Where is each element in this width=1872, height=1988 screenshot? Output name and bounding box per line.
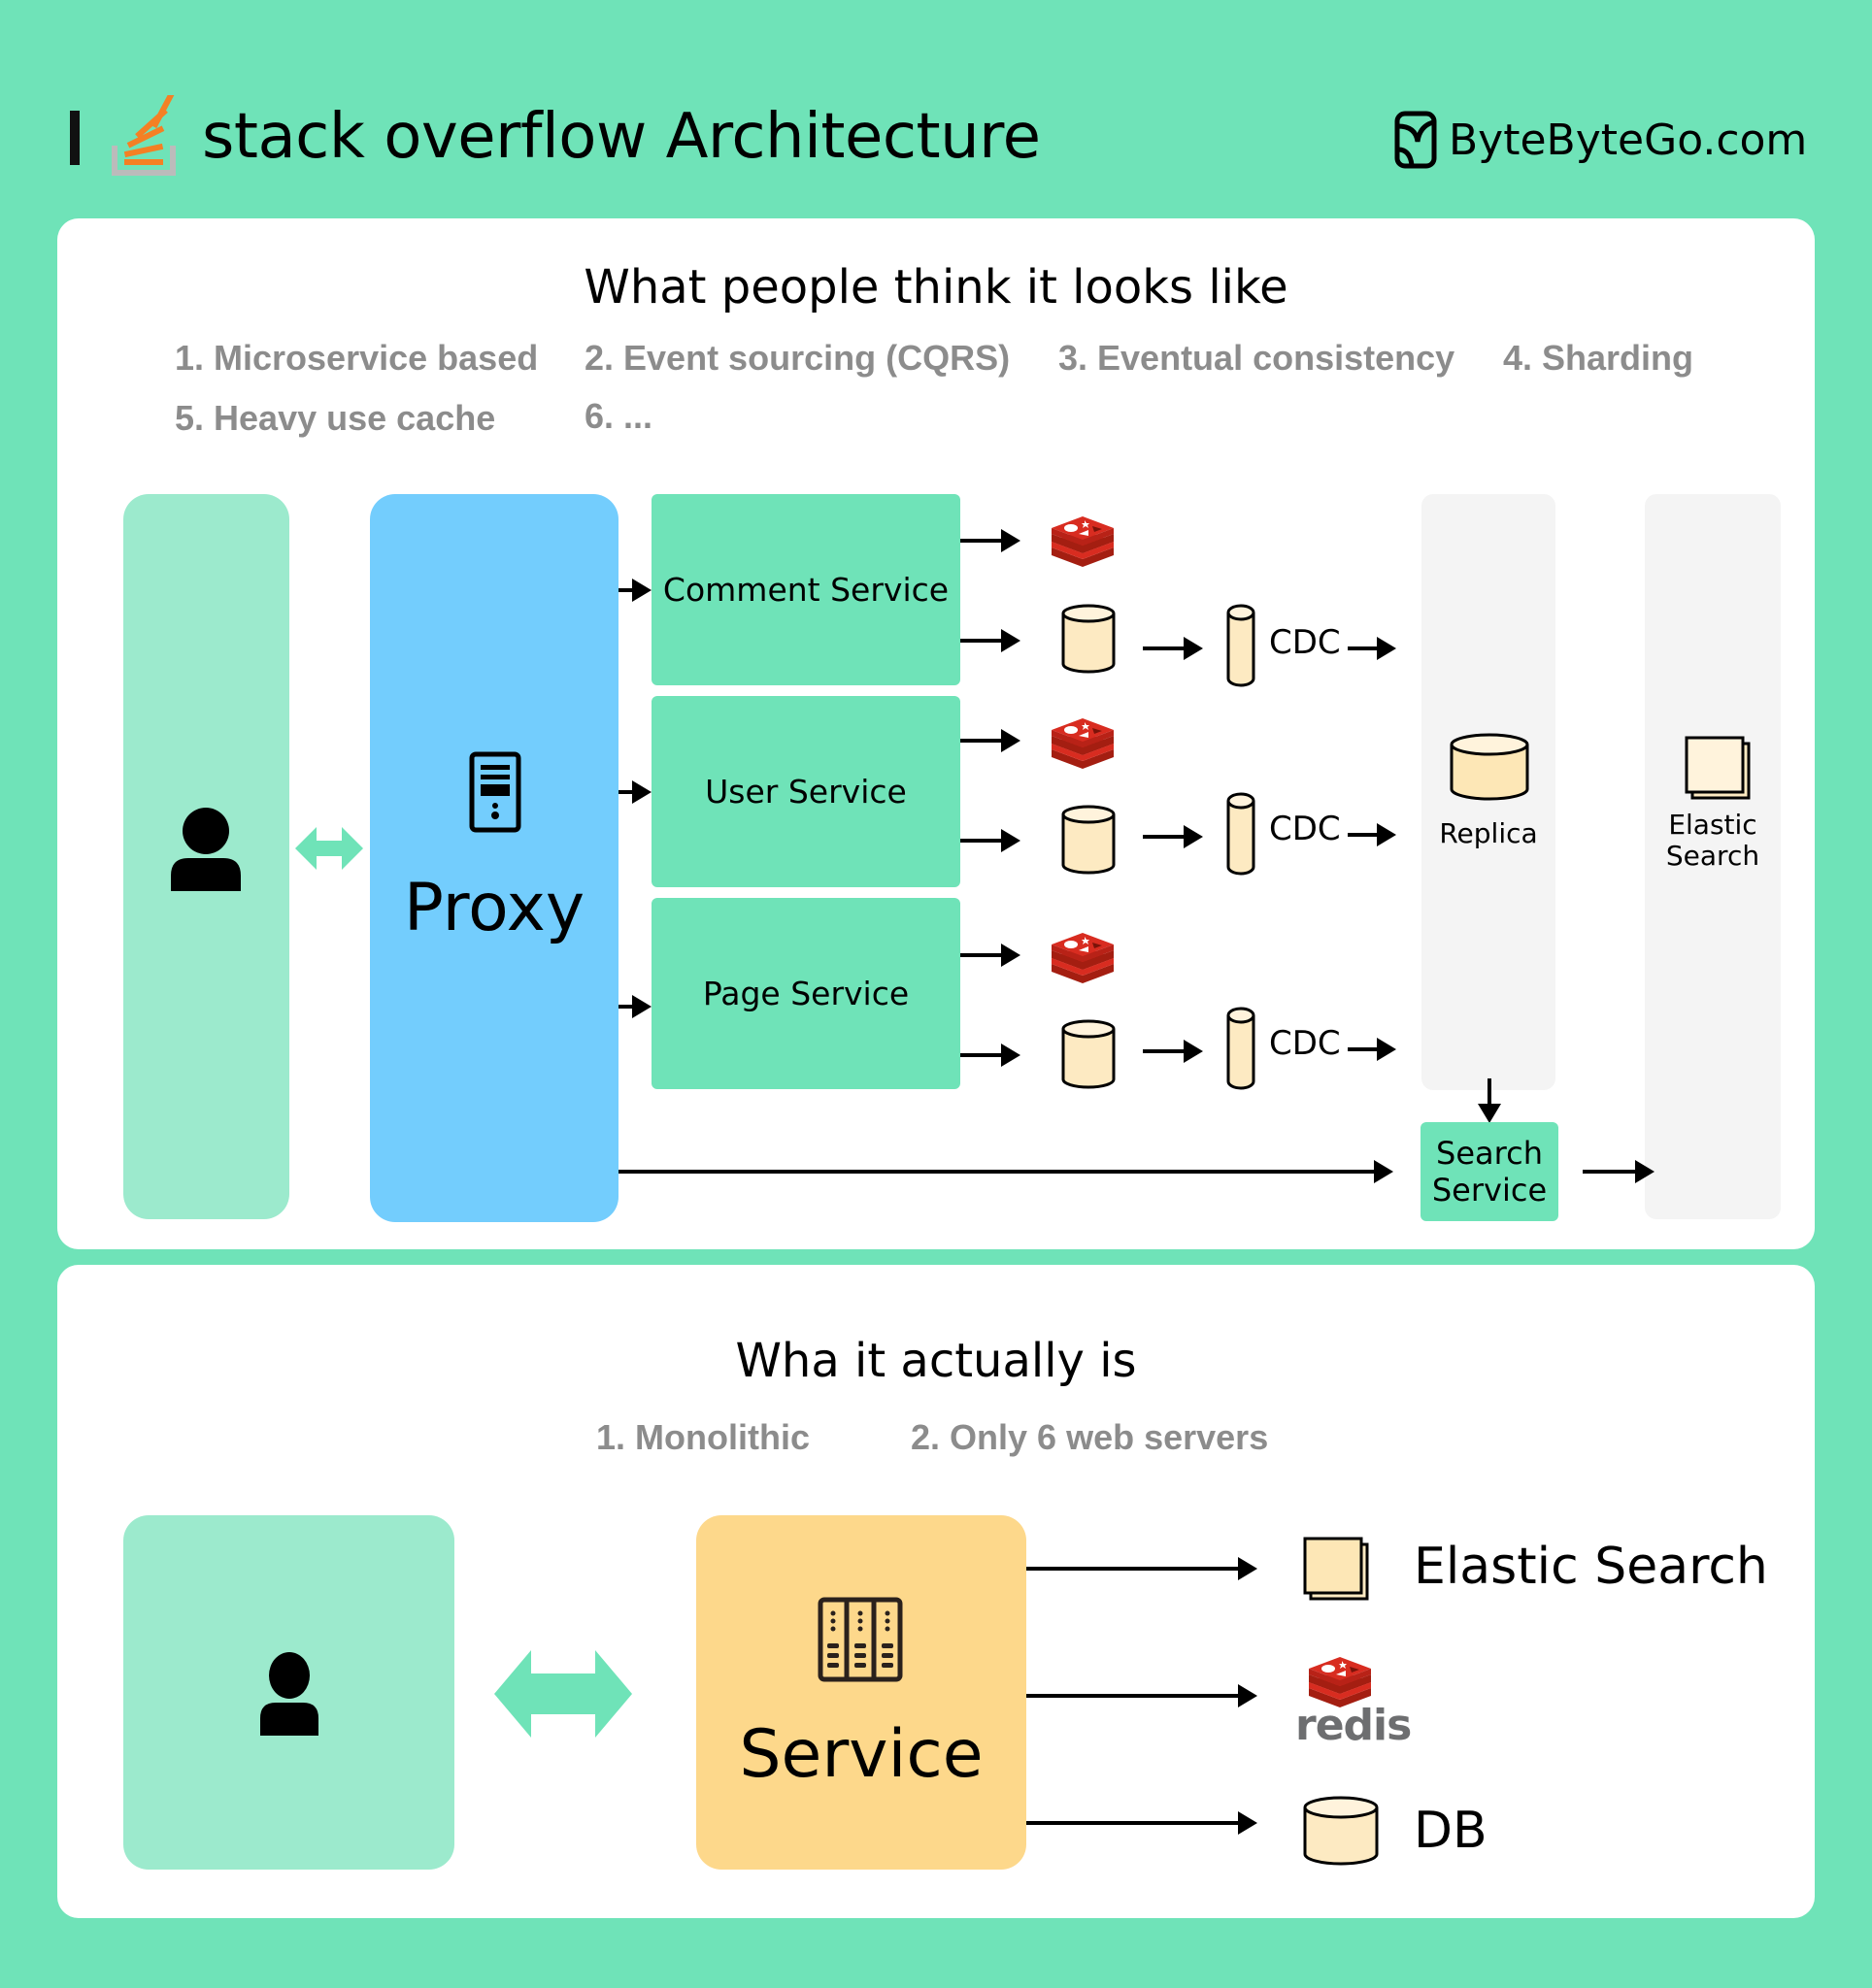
database-icon [1061,805,1116,875]
bullet-item: 1. Monolithic [596,1417,810,1457]
database-icon [1303,1796,1379,1866]
stackoverflow-logo-icon [111,95,179,177]
search-service-label-line2: Service [1431,1172,1548,1209]
proxy-label: Proxy [403,870,585,946]
proxy-box [370,494,618,1222]
bullet-item: 4. Sharding [1503,338,1694,378]
arrow-cdc-to-replica [1348,1038,1396,1061]
bullet-item: 2. Event sourcing (CQRS) [585,338,1011,378]
arrow-db-to-cdc [1143,637,1203,660]
user-service-label: User Service [705,773,907,811]
bullet-item: 5. Heavy use cache [175,398,496,438]
monolith-service-box [696,1515,1026,1870]
cdc-label: CDC [1269,1024,1341,1063]
brand-logo: ByteByteGo.com [1394,109,1807,171]
comment-service-box: Comment Service [652,494,960,685]
arrow-replica-to-search [1478,1078,1501,1123]
elastic-search-icon [1303,1537,1369,1601]
brand-name: ByteByteGo.com [1449,115,1808,165]
elastic-search-label: Elastic Search [1414,1538,1768,1596]
arrow-service-to-db [1026,1811,1257,1835]
cdc-label: CDC [1269,623,1341,662]
cdc-queue-icon [1226,1007,1255,1090]
arrow-service-to-elastic [1026,1557,1257,1580]
comment-service-label: Comment Service [662,571,950,609]
user-service-box: User Service [652,696,960,887]
arrow-db-to-cdc [1143,1040,1203,1063]
redis-label: redis [1295,1701,1412,1750]
page-title: stack overflow Architecture [202,101,1041,173]
arrow-search-to-elastic [1583,1160,1655,1183]
arrow-service-to-db [960,1044,1020,1067]
cdc-queue-icon [1226,792,1255,876]
arrow-service-to-cache [960,729,1020,752]
user-icon [171,808,241,891]
bullet-item: 3. Eventual consistency [1058,338,1455,378]
arrow-service-to-redis [1026,1684,1257,1707]
search-service-box: Search Service [1421,1122,1558,1221]
service-label: Service [739,1716,984,1793]
page-service-box: Page Service [652,898,960,1089]
elastic-search-icon [1685,736,1751,800]
arrow-service-to-db [960,829,1020,852]
database-icon [1061,604,1116,674]
cdc-label: CDC [1269,810,1341,848]
replica-label: Replica [1439,817,1538,849]
db-label: DB [1414,1802,1488,1860]
bottom-section-title: Wha it actually is [735,1334,1137,1388]
elastic-label-line2: Search [1665,840,1760,872]
redis-icon [1050,513,1116,567]
bullet-item: 1. Microservice based [175,338,539,378]
server-icon [469,751,521,833]
bytebytego-icon [1394,111,1437,169]
redis-icon [1050,929,1116,983]
replica-database-icon [1450,733,1529,801]
bullet-item: 6. ... [585,396,653,436]
arrow-cdc-to-replica [1348,823,1396,846]
arrow-service-to-cache [960,944,1020,967]
top-section-title: What people think it looks like [584,260,1288,315]
database-icon [1061,1019,1116,1089]
arrow-proxy-to-page [618,995,652,1018]
arrow-service-to-cache [960,529,1020,552]
bidirectional-arrow-icon [295,827,363,870]
arrow-db-to-cdc [1143,825,1203,848]
arrow-service-to-db [960,629,1020,652]
server-rack-icon [818,1597,903,1682]
page-service-label: Page Service [702,975,910,1012]
arrow-proxy-to-user [618,780,652,804]
elastic-search-label: Elastic Search [1645,810,1781,872]
elastic-label-line1: Elastic [1668,809,1757,841]
user-icon [254,1652,324,1736]
bidirectional-arrow-icon [481,1650,646,1738]
title-accent-bar [70,111,80,165]
arrow-proxy-to-comment [618,579,652,602]
arrow-cdc-to-replica [1348,637,1396,660]
redis-icon [1307,1653,1373,1707]
redis-icon [1050,714,1116,769]
search-service-label-line1: Search [1436,1135,1543,1172]
bullet-item: 2. Only 6 web servers [911,1417,1269,1457]
cdc-queue-icon [1226,604,1255,687]
arrow-proxy-to-search [618,1160,1393,1183]
